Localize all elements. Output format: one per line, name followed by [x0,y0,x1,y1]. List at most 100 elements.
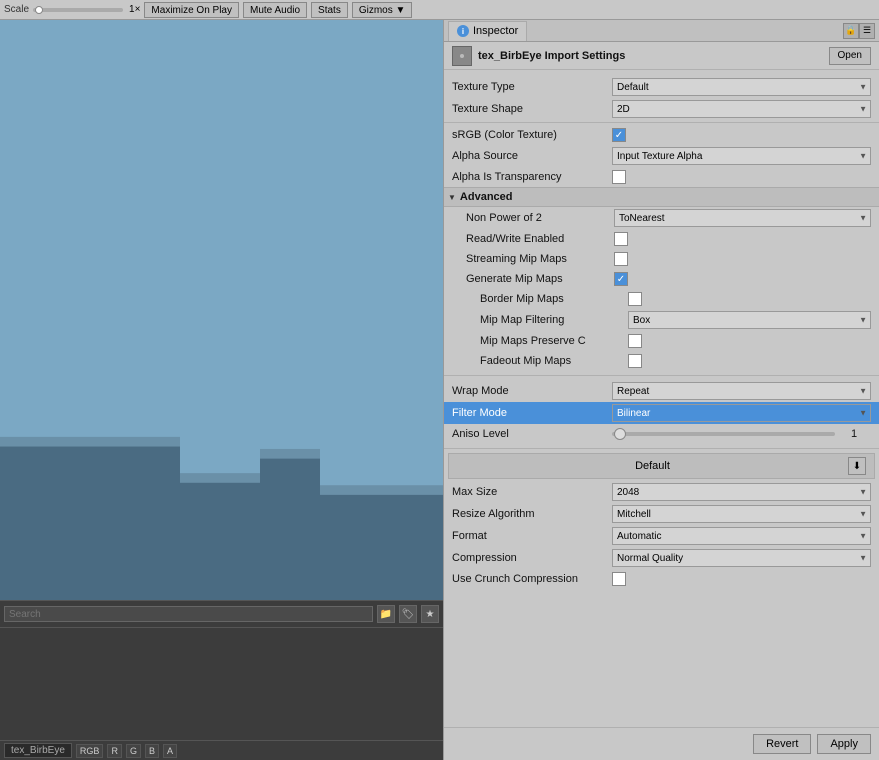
scale-slider[interactable] [33,8,123,12]
mip-filtering-row: Mip Map Filtering Box [444,309,879,331]
generate-mip-label: Generate Mip Maps [466,273,614,285]
revert-button[interactable]: Revert [753,734,811,754]
rgb-button[interactable]: RGB [76,744,104,758]
game-viewport [0,20,443,600]
non-power-select[interactable]: ToNearest [614,209,871,227]
alpha-transparency-label: Alpha Is Transparency [452,171,612,183]
format-select[interactable]: Automatic [612,527,871,545]
apply-button[interactable]: Apply [817,734,871,754]
inspector-header: i Inspector 🔒 ☰ [444,20,879,42]
main-layout: 📁 🏷 ★ tex_BirbEye RGB R G B A i Inspecto… [0,20,879,760]
srgb-label: sRGB (Color Texture) [452,129,612,141]
read-write-value [614,232,871,246]
alpha-source-row: Alpha Source Input Texture Alpha [444,145,879,167]
aniso-level-row: Aniso Level 1 [444,424,879,444]
texture-type-label: Texture Type [452,81,612,93]
fadeout-checkbox[interactable] [628,354,642,368]
gizmos-button[interactable]: Gizmos ▼ [352,2,413,18]
border-mip-checkbox[interactable] [628,292,642,306]
wrap-mode-row: Wrap Mode Repeat [444,380,879,402]
read-write-label: Read/Write Enabled [466,233,614,245]
platform-download-button[interactable]: ⬇ [848,457,866,475]
compression-select-wrapper: Normal Quality [612,549,871,567]
texture-shape-select[interactable]: 2D [612,100,871,118]
wrap-mode-label: Wrap Mode [452,385,612,397]
a-channel-button[interactable]: A [163,744,177,758]
texture-type-select[interactable]: Default [612,78,871,96]
mip-preserve-checkbox[interactable] [628,334,642,348]
max-size-value: 2048 [612,483,871,501]
texture-shape-select-wrapper: 2D [612,100,871,118]
crunch-checkbox[interactable] [612,572,626,586]
alpha-transparency-checkbox[interactable] [612,170,626,184]
wrap-mode-value: Repeat [612,382,871,400]
srgb-checkbox[interactable] [612,128,626,142]
lock-button[interactable]: 🔒 [843,23,859,39]
wrap-mode-select[interactable]: Repeat [612,382,871,400]
open-button[interactable]: Open [829,47,871,65]
asset-icon-dot [460,54,464,58]
border-mip-value [628,292,871,306]
advanced-arrow-icon: ▼ [448,193,456,202]
generate-mip-value [614,272,871,286]
filter-mode-select-wrapper: Bilinear [612,404,871,422]
advanced-section-title: Advanced [460,191,513,203]
star-icon-button[interactable]: ★ [421,605,439,623]
advanced-section-header[interactable]: ▼ Advanced [444,187,879,207]
b-channel-button[interactable]: B [145,744,159,758]
alpha-source-select[interactable]: Input Texture Alpha [612,147,871,165]
stats-button[interactable]: Stats [311,2,348,18]
bottom-panel: 📁 🏷 ★ [0,600,443,740]
inspector-menu-button[interactable]: ☰ [859,23,875,39]
filter-mode-value: Bilinear [612,404,871,422]
mip-filtering-select[interactable]: Box [628,311,871,329]
separator-3 [444,448,879,449]
top-toolbar: Scale 1× Maximize On Play Mute Audio Sta… [0,0,879,20]
background-terrain [0,20,443,600]
non-power-label: Non Power of 2 [466,212,614,224]
g-channel-button[interactable]: G [126,744,141,758]
mute-audio-button[interactable]: Mute Audio [243,2,307,18]
inspector-tab-label: Inspector [473,25,518,37]
resize-algo-value: Mitchell [612,505,871,523]
search-input[interactable] [4,606,373,622]
mip-filtering-label: Mip Map Filtering [480,314,628,326]
aniso-thumb [614,428,626,440]
generate-mip-row: Generate Mip Maps [444,269,879,289]
border-mip-row: Border Mip Maps [444,289,879,309]
read-write-checkbox[interactable] [614,232,628,246]
max-size-select[interactable]: 2048 [612,483,871,501]
r-channel-button[interactable]: R [107,744,122,758]
texture-type-select-wrapper: Default [612,78,871,96]
filter-mode-select[interactable]: Bilinear [612,404,871,422]
tag-icon-button[interactable]: 🏷 [399,605,417,623]
folder-icon-button[interactable]: 📁 [377,605,395,623]
crunch-label: Use Crunch Compression [452,573,612,585]
fadeout-value [628,354,871,368]
compression-label: Compression [452,552,612,564]
platform-label: Default [457,460,848,472]
aniso-slider[interactable] [612,432,835,436]
maximize-on-play-button[interactable]: Maximize On Play [144,2,239,18]
streaming-mip-checkbox[interactable] [614,252,628,266]
alpha-source-select-wrapper: Input Texture Alpha [612,147,871,165]
texture-shape-label: Texture Shape [452,103,612,115]
aniso-level-value: 1 [612,428,871,440]
texture-shape-row: Texture Shape 2D [444,98,879,120]
streaming-mip-row: Streaming Mip Maps [444,249,879,269]
inspector-tab-icon: i [457,25,469,37]
separator-2 [444,375,879,376]
inspector-panel: i Inspector 🔒 ☰ tex_BirbEye Import Setti… [443,20,879,760]
alpha-transparency-value [612,170,871,184]
mip-preserve-value [628,334,871,348]
compression-select[interactable]: Normal Quality [612,549,871,567]
non-power-select-wrapper: ToNearest [614,209,871,227]
separator-1 [444,122,879,123]
resize-algo-select[interactable]: Mitchell [612,505,871,523]
filter-mode-label: Filter Mode [452,407,612,419]
generate-mip-checkbox[interactable] [614,272,628,286]
mip-preserve-row: Mip Maps Preserve C [444,331,879,351]
streaming-mip-value [614,252,871,266]
inspector-tab[interactable]: i Inspector [448,21,527,41]
non-power-value: ToNearest [614,209,871,227]
